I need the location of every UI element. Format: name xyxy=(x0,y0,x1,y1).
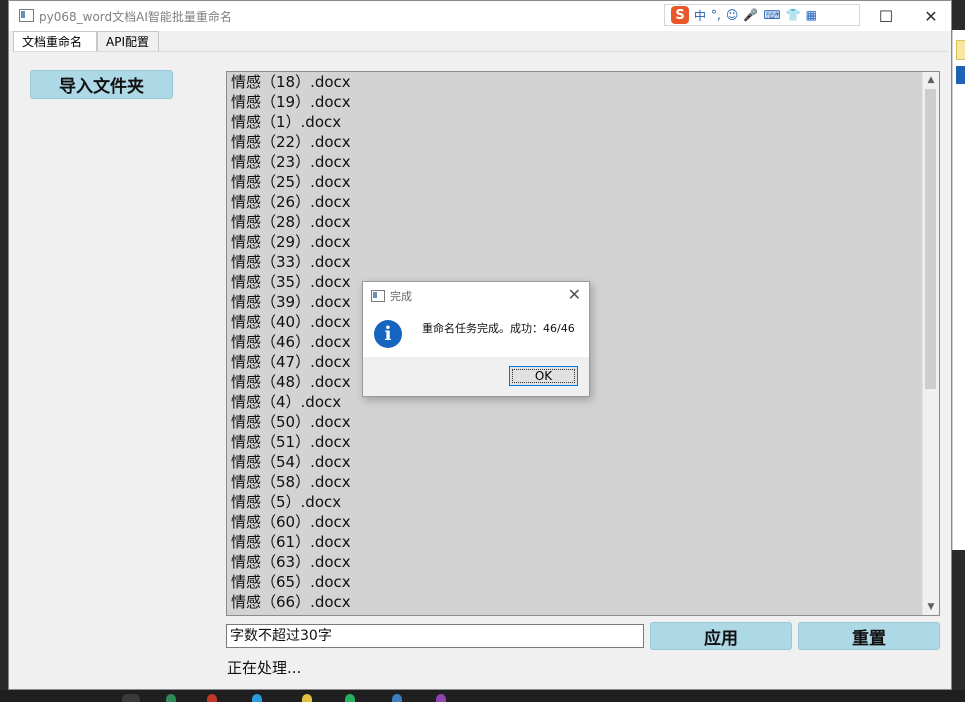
dialog-message: 重命名任务完成。成功：46/46 xyxy=(422,322,575,335)
taskbar-app-icon[interactable] xyxy=(302,694,312,702)
ime-menu-icon[interactable]: ▦ xyxy=(806,8,817,22)
ime-emoji-icon[interactable]: ☺ xyxy=(726,8,739,22)
prompt-input[interactable]: 字数不超过30字 xyxy=(226,624,644,648)
import-folder-button[interactable]: 导入文件夹 xyxy=(30,70,173,99)
ime-keyboard-icon[interactable]: ⌨ xyxy=(763,8,780,22)
dialog-title: 完成 xyxy=(390,290,412,303)
taskbar-active-app[interactable] xyxy=(122,694,140,702)
window-title: py068_word文档AI智能批量重命名 xyxy=(39,10,232,24)
ime-chinese-mode[interactable]: 中 xyxy=(694,7,706,24)
ok-button[interactable]: OK xyxy=(509,366,578,386)
list-item[interactable]: 情感（65）.docx xyxy=(231,572,939,592)
list-item[interactable]: 情感（51）.docx xyxy=(231,432,939,452)
background-window-blue-element xyxy=(956,66,965,84)
background-window-yellow-element xyxy=(956,40,965,60)
list-item[interactable]: 情感（23）.docx xyxy=(231,152,939,172)
list-item[interactable]: 情感（54）.docx xyxy=(231,452,939,472)
list-item[interactable]: 情感（50）.docx xyxy=(231,412,939,432)
taskbar-app-icon[interactable] xyxy=(166,694,176,702)
completion-dialog: 完成 ✕ i 重命名任务完成。成功：46/46 OK xyxy=(362,281,590,397)
list-item[interactable]: 情感（33）.docx xyxy=(231,252,939,272)
reset-button[interactable]: 重置 xyxy=(798,622,940,650)
ime-toolbar[interactable]: S 中 °, ☺ 🎤 ⌨ 👕 ▦ xyxy=(664,4,860,26)
ime-skin-icon[interactable]: 👕 xyxy=(786,8,801,22)
ime-voice-icon[interactable]: 🎤 xyxy=(743,8,758,22)
list-item[interactable]: 情感（58）.docx xyxy=(231,472,939,492)
list-item[interactable]: 情感（1）.docx xyxy=(231,112,939,132)
taskbar-app-icon[interactable] xyxy=(436,694,446,702)
ime-punctuation-icon[interactable]: °, xyxy=(711,8,721,22)
list-item[interactable]: 情感（22）.docx xyxy=(231,132,939,152)
list-item[interactable]: 情感（26）.docx xyxy=(231,192,939,212)
taskbar-app-icon[interactable] xyxy=(392,694,402,702)
dialog-close-icon[interactable]: ✕ xyxy=(568,285,581,304)
status-text: 正在处理... xyxy=(227,659,302,677)
list-item[interactable]: 情感（5）.docx xyxy=(231,492,939,512)
list-item[interactable]: 情感（66）.docx xyxy=(231,592,939,612)
title-bar[interactable]: py068_word文档AI智能批量重命名 S 中 °, ☺ 🎤 ⌨ 👕 ▦ ☐… xyxy=(9,1,951,31)
apply-button[interactable]: 应用 xyxy=(650,622,792,650)
scroll-down-icon[interactable]: ▼ xyxy=(923,599,939,615)
info-icon: i xyxy=(374,320,402,348)
sogou-logo-icon[interactable]: S xyxy=(671,6,689,24)
list-item[interactable]: 情感（60）.docx xyxy=(231,512,939,532)
app-icon xyxy=(19,9,34,22)
list-item[interactable]: 情感（29）.docx xyxy=(231,232,939,252)
taskbar-app-icon[interactable] xyxy=(207,694,217,702)
list-item[interactable]: 情感（63）.docx xyxy=(231,552,939,572)
list-item[interactable]: 情感（18）.docx xyxy=(231,72,939,92)
list-item[interactable]: 情感（25）.docx xyxy=(231,172,939,192)
close-button[interactable]: ✕ xyxy=(909,1,953,31)
dialog-app-icon xyxy=(371,290,385,302)
tab-api-config[interactable]: API配置 xyxy=(97,31,159,51)
maximize-button[interactable]: ☐ xyxy=(864,1,908,31)
taskbar-app-icon[interactable] xyxy=(252,694,262,702)
scroll-up-icon[interactable]: ▲ xyxy=(923,72,939,88)
list-item[interactable]: 情感（61）.docx xyxy=(231,532,939,552)
list-item[interactable]: 情感（28）.docx xyxy=(231,212,939,232)
vertical-scrollbar[interactable]: ▲ ▼ xyxy=(922,72,939,615)
list-item[interactable]: 情感（19）.docx xyxy=(231,92,939,112)
taskbar-app-icon[interactable] xyxy=(345,694,355,702)
scrollbar-thumb[interactable] xyxy=(925,89,936,389)
tab-rename[interactable]: 文档重命名 xyxy=(13,31,97,51)
taskbar xyxy=(0,690,965,702)
background-window-edge xyxy=(952,30,965,550)
